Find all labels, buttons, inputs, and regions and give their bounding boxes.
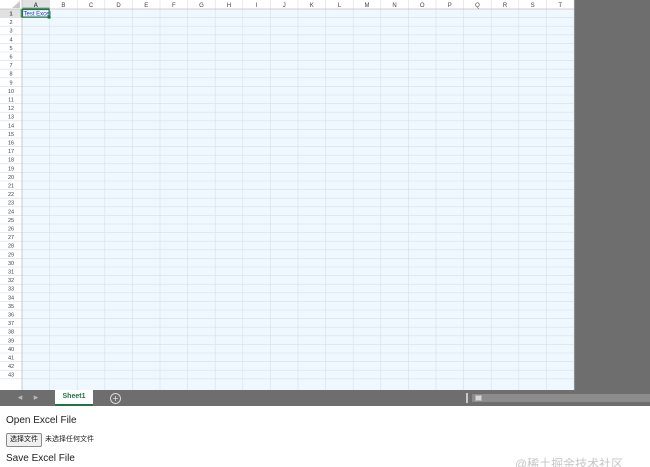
row-header-28[interactable]: 28	[8, 244, 14, 250]
watermark: @稀土掘金技术社区	[515, 457, 624, 467]
row-header-4[interactable]: 4	[9, 37, 12, 43]
row-header-11[interactable]: 11	[8, 98, 14, 104]
row-header-1[interactable]: 1	[9, 12, 12, 18]
row-header-37[interactable]: 37	[8, 321, 14, 327]
row-header-14[interactable]: 14	[8, 123, 14, 129]
row-header-26[interactable]: 26	[8, 227, 14, 233]
file-status-text: 未选择任何文件	[45, 436, 94, 443]
row-header-23[interactable]: 23	[8, 201, 14, 207]
column-header-o[interactable]: O	[420, 3, 425, 9]
row-header-17[interactable]: 17	[8, 149, 14, 155]
column-header-b[interactable]: B	[61, 3, 65, 9]
column-header-p[interactable]: P	[448, 3, 452, 9]
row-header-2[interactable]: 2	[9, 20, 12, 26]
row-header-39[interactable]: 39	[8, 338, 14, 344]
tab-sheet1[interactable]: Sheet1	[55, 390, 93, 406]
column-header-g[interactable]: G	[199, 3, 204, 9]
row-header-30[interactable]: 30	[8, 261, 14, 267]
column-header-t[interactable]: T	[558, 3, 562, 9]
spreadsheet-host[interactable]: A B C D E F G H I J K L M N O P Q R S T 1 2 3 4 5 6 7 8 9 10 11 12 13 14 1…	[0, 0, 650, 406]
fill-handle[interactable]	[47, 15, 51, 19]
open-file-heading: Open Excel File	[6, 415, 77, 426]
column-header-e[interactable]: E	[144, 3, 148, 9]
row-header-8[interactable]: 8	[9, 72, 12, 78]
column-header-s[interactable]: S	[531, 3, 535, 9]
row-header-7[interactable]: 7	[9, 63, 12, 69]
row-header-16[interactable]: 16	[8, 141, 14, 147]
row-header-5[interactable]: 5	[9, 46, 12, 52]
row-header-31[interactable]: 31	[8, 270, 14, 276]
column-header-q[interactable]: Q	[475, 3, 480, 9]
row-header-33[interactable]: 33	[8, 287, 14, 293]
row-header-15[interactable]: 15	[8, 132, 14, 138]
row-header-19[interactable]: 19	[8, 166, 14, 172]
column-header-c[interactable]: C	[89, 3, 94, 9]
column-header-bar	[0, 0, 574, 9]
row-header-43[interactable]: 43	[8, 373, 14, 379]
row-header-40[interactable]: 40	[8, 347, 14, 353]
row-header-10[interactable]: 10	[8, 89, 14, 95]
row-header-22[interactable]: 22	[8, 192, 14, 198]
column-header-m[interactable]: M	[365, 3, 370, 9]
choose-file-button[interactable]: 选择文件	[6, 433, 42, 447]
row-header-32[interactable]: 32	[8, 278, 14, 284]
save-file-heading: Save Excel File	[6, 453, 75, 464]
plus-circle-icon[interactable]: +	[110, 393, 121, 404]
row-header-3[interactable]: 3	[9, 29, 12, 35]
row-header-42[interactable]: 42	[8, 364, 14, 370]
tab-splitter-handle[interactable]	[466, 393, 468, 403]
triangle-right-icon[interactable]: ▸	[30, 392, 42, 404]
row-header-6[interactable]: 6	[9, 55, 12, 61]
row-header-9[interactable]: 9	[9, 80, 12, 86]
row-header-35[interactable]: 35	[8, 304, 14, 310]
spreadsheet-grid[interactable]: A B C D E F G H I J K L M N O P Q R S T12345678910111213141…	[0, 0, 650, 390]
triangle-left-icon[interactable]: ◂	[14, 392, 26, 404]
sheet-tab-strip: ◂ ▸ Sheet1 +	[0, 390, 650, 406]
column-header-f[interactable]: F	[172, 3, 176, 9]
column-header-n[interactable]: N	[392, 3, 396, 9]
row-header-34[interactable]: 34	[8, 295, 14, 301]
row-header-12[interactable]: 12	[8, 106, 14, 112]
row-header-18[interactable]: 18	[8, 158, 14, 164]
scrollbar-thumb[interactable]	[475, 395, 482, 401]
file-input-row: 选择文件 未选择任何文件	[6, 433, 94, 447]
column-header-k[interactable]: K	[310, 3, 314, 9]
column-header-d[interactable]: D	[116, 3, 121, 9]
horizontal-scrollbar[interactable]	[472, 394, 650, 402]
column-header-h[interactable]: H	[227, 3, 231, 9]
row-header-27[interactable]: 27	[8, 235, 14, 241]
row-header-13[interactable]: 13	[8, 115, 14, 121]
column-header-r[interactable]: R	[503, 3, 508, 9]
row-header-25[interactable]: 25	[8, 218, 14, 224]
row-header-38[interactable]: 38	[8, 330, 14, 336]
column-header-a[interactable]: A	[34, 3, 39, 9]
row-header-29[interactable]: 29	[8, 252, 14, 258]
row-header-24[interactable]: 24	[8, 209, 14, 215]
row-header-41[interactable]: 41	[8, 356, 14, 362]
app-root: A B C D E F G H I J K L M N O P Q R S T 1 2 3 4 5 6 7 8 9 10 11 12 13 14 1…	[0, 0, 650, 467]
row-header-36[interactable]: 36	[8, 313, 14, 319]
column-header-j[interactable]: J	[283, 3, 286, 9]
row-header-20[interactable]: 20	[8, 175, 14, 181]
row-header-21[interactable]: 21	[8, 184, 14, 190]
